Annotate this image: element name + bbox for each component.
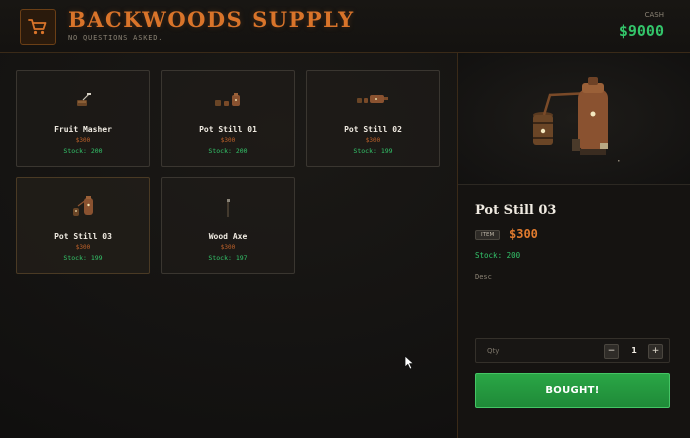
detail-product-name: Pot Still 03 (475, 203, 557, 218)
product-price: $300 (75, 137, 91, 144)
product-name: Pot Still 01 (199, 125, 257, 134)
mouse-cursor-icon (404, 355, 415, 370)
product-card-pot-still-03[interactable]: Pot Still 03 $300 Stock: 199 (16, 177, 150, 274)
product-card-pot-still-01[interactable]: Pot Still 01 $300 Stock: 200 (161, 70, 295, 167)
product-stock: Stock: 199 (63, 254, 103, 262)
quantity-label: Qty (487, 347, 500, 355)
product-stock: Stock: 197 (208, 254, 248, 262)
shop-window: BACKWOODS SUPPLY NO QUESTIONS ASKED. CAS… (0, 0, 690, 438)
cash-value: $9000 (618, 22, 664, 40)
product-card-wood-axe[interactable]: Wood Axe $300 Stock: 197 (161, 177, 295, 274)
shop-header: BACKWOODS SUPPLY NO QUESTIONS ASKED. CAS… (0, 0, 690, 53)
quantity-decrease-button[interactable]: − (604, 344, 619, 359)
product-preview (458, 53, 690, 185)
cash-label: CASH (644, 11, 664, 19)
pot-still-icon (17, 194, 149, 220)
product-price: $300 (75, 244, 91, 251)
product-stock: Stock: 200 (208, 147, 248, 155)
item-type-badge: ITEM (475, 230, 501, 240)
product-price: $300 (220, 244, 236, 251)
shopping-cart-icon (28, 19, 47, 35)
product-price: $300 (220, 137, 236, 144)
pot-still-icon (533, 77, 620, 162)
product-card-pot-still-02[interactable]: Pot Still 02 $300 Stock: 199 (306, 70, 440, 167)
quantity-increase-button[interactable]: + (648, 344, 663, 359)
detail-product-description: Desc (475, 273, 492, 281)
product-name: Wood Axe (208, 232, 248, 241)
product-name: Pot Still 03 (54, 232, 112, 241)
product-name: Pot Still 02 (344, 125, 402, 134)
product-name: Fruit Masher (54, 125, 112, 134)
pot-still-icon (307, 87, 439, 113)
pot-still-icon (162, 87, 294, 113)
quantity-value[interactable]: 1 (626, 346, 642, 355)
buy-button[interactable]: BOUGHT! (475, 373, 670, 408)
shop-title: BACKWOODS SUPPLY (68, 7, 355, 32)
shop-logo (20, 9, 56, 45)
product-stock: Stock: 199 (353, 147, 393, 155)
product-card-fruit-masher[interactable]: Fruit Masher $300 Stock: 200 (16, 70, 150, 167)
detail-product-price: $300 (509, 227, 538, 241)
axe-icon (162, 194, 294, 220)
fruit-masher-icon (17, 87, 149, 113)
product-stock: Stock: 200 (63, 147, 103, 155)
shop-subtitle: NO QUESTIONS ASKED. (68, 34, 164, 42)
product-price: $300 (365, 137, 381, 144)
product-detail-panel: Pot Still 03 ITEM $300 Stock: 200 Desc Q… (457, 53, 690, 438)
quantity-stepper: Qty − 1 + (475, 338, 670, 363)
detail-product-stock: Stock: 200 (475, 251, 521, 260)
